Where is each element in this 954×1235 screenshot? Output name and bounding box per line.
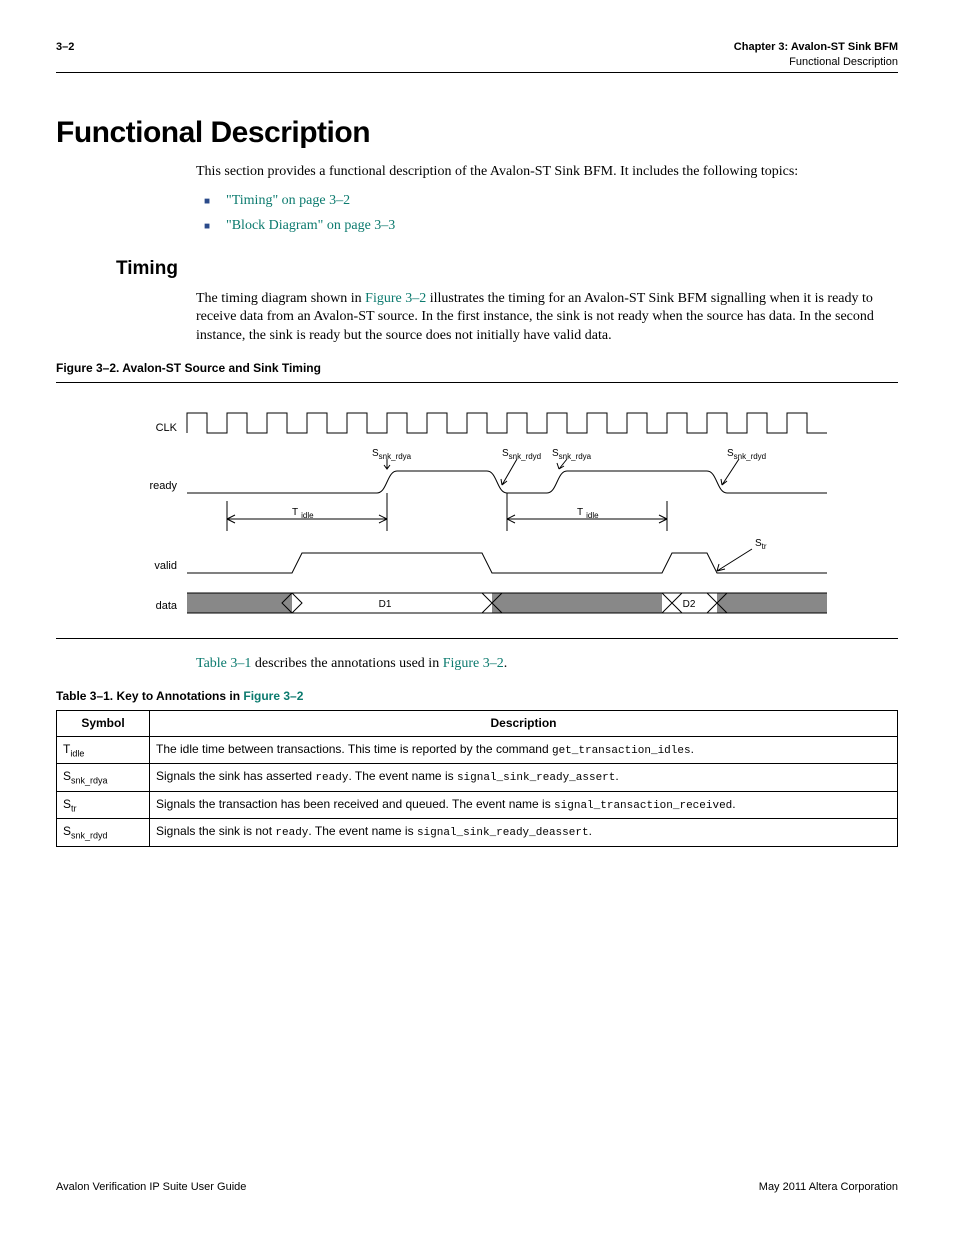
label-clk: CLK (156, 422, 178, 434)
table-caption: Table 3–1. Key to Annotations in Figure … (56, 688, 898, 704)
th-description: Description (150, 711, 898, 736)
table-row: Ssnk_rdya Signals the sink has asserted … (57, 764, 898, 792)
svg-text:Tidle: Tidle (577, 507, 599, 520)
mid-paragraph: Table 3–1 describes the annotations used… (196, 655, 888, 674)
intro-block: This section provides a functional descr… (196, 163, 888, 236)
data-d2: D2 (683, 599, 696, 610)
link-figure-3-2-c[interactable]: Figure 3–2 (243, 689, 303, 703)
topic-item-timing: "Timing" on page 3–2 (196, 192, 888, 211)
timing-text: The timing diagram shown in Figure 3–2 i… (196, 290, 888, 347)
table-row: Str Signals the transaction has been rec… (57, 791, 898, 819)
svg-text:Ssnk_rdya: Ssnk_rdya (552, 448, 592, 461)
svg-text:Ssnk_rdyd: Ssnk_rdyd (502, 448, 541, 461)
header-right: Chapter 3: Avalon-ST Sink BFM Functional… (734, 40, 898, 70)
figure-caption: Figure 3–2. Avalon-ST Source and Sink Ti… (56, 360, 898, 376)
intro-paragraph: This section provides a functional descr… (196, 163, 888, 182)
timing-diagram: CLK Ssnk_rdya Ssnk_rdyd Ssnk_rdya Ssnk_r… (56, 382, 898, 639)
svg-text:Str: Str (755, 538, 767, 551)
topic-list: "Timing" on page 3–2 "Block Diagram" on … (196, 192, 888, 236)
th-symbol: Symbol (57, 711, 150, 736)
timing-paragraph: The timing diagram shown in Figure 3–2 i… (196, 290, 888, 347)
chapter-title: Chapter 3: Avalon-ST Sink BFM (734, 40, 898, 55)
link-block-diagram[interactable]: "Block Diagram" on page 3–3 (226, 218, 395, 233)
h2-timing: Timing (116, 256, 898, 282)
h1-functional-description: Functional Description (56, 113, 898, 154)
page-footer: Avalon Verification IP Suite User Guide … (56, 1180, 898, 1195)
annotations-table: Symbol Description Tidle The idle time b… (56, 710, 898, 846)
link-figure-3-2-b[interactable]: Figure 3–2 (443, 656, 504, 671)
data-d1: D1 (379, 599, 392, 610)
link-figure-3-2[interactable]: Figure 3–2 (365, 291, 426, 306)
table-row: Tidle The idle time between transactions… (57, 736, 898, 764)
link-timing[interactable]: "Timing" on page 3–2 (226, 193, 350, 208)
label-valid: valid (154, 560, 177, 572)
svg-text:Tidle: Tidle (292, 507, 314, 520)
link-table-3-1[interactable]: Table 3–1 (196, 656, 251, 671)
label-ready: ready (149, 480, 177, 492)
table-row: Ssnk_rdyd Signals the sink is not ready.… (57, 819, 898, 847)
label-data: data (156, 600, 178, 612)
section-name: Functional Description (734, 55, 898, 70)
footer-right: May 2011 Altera Corporation (759, 1180, 898, 1195)
topic-item-block-diagram: "Block Diagram" on page 3–3 (196, 217, 888, 236)
page-header: 3–2 Chapter 3: Avalon-ST Sink BFM Functi… (56, 40, 898, 73)
footer-left: Avalon Verification IP Suite User Guide (56, 1180, 246, 1195)
svg-text:Ssnk_rdyd: Ssnk_rdyd (727, 448, 766, 461)
timing-svg: CLK Ssnk_rdya Ssnk_rdyd Ssnk_rdya Ssnk_r… (87, 401, 867, 626)
page-number: 3–2 (56, 40, 74, 70)
svg-text:Ssnk_rdya: Ssnk_rdya (372, 448, 412, 461)
